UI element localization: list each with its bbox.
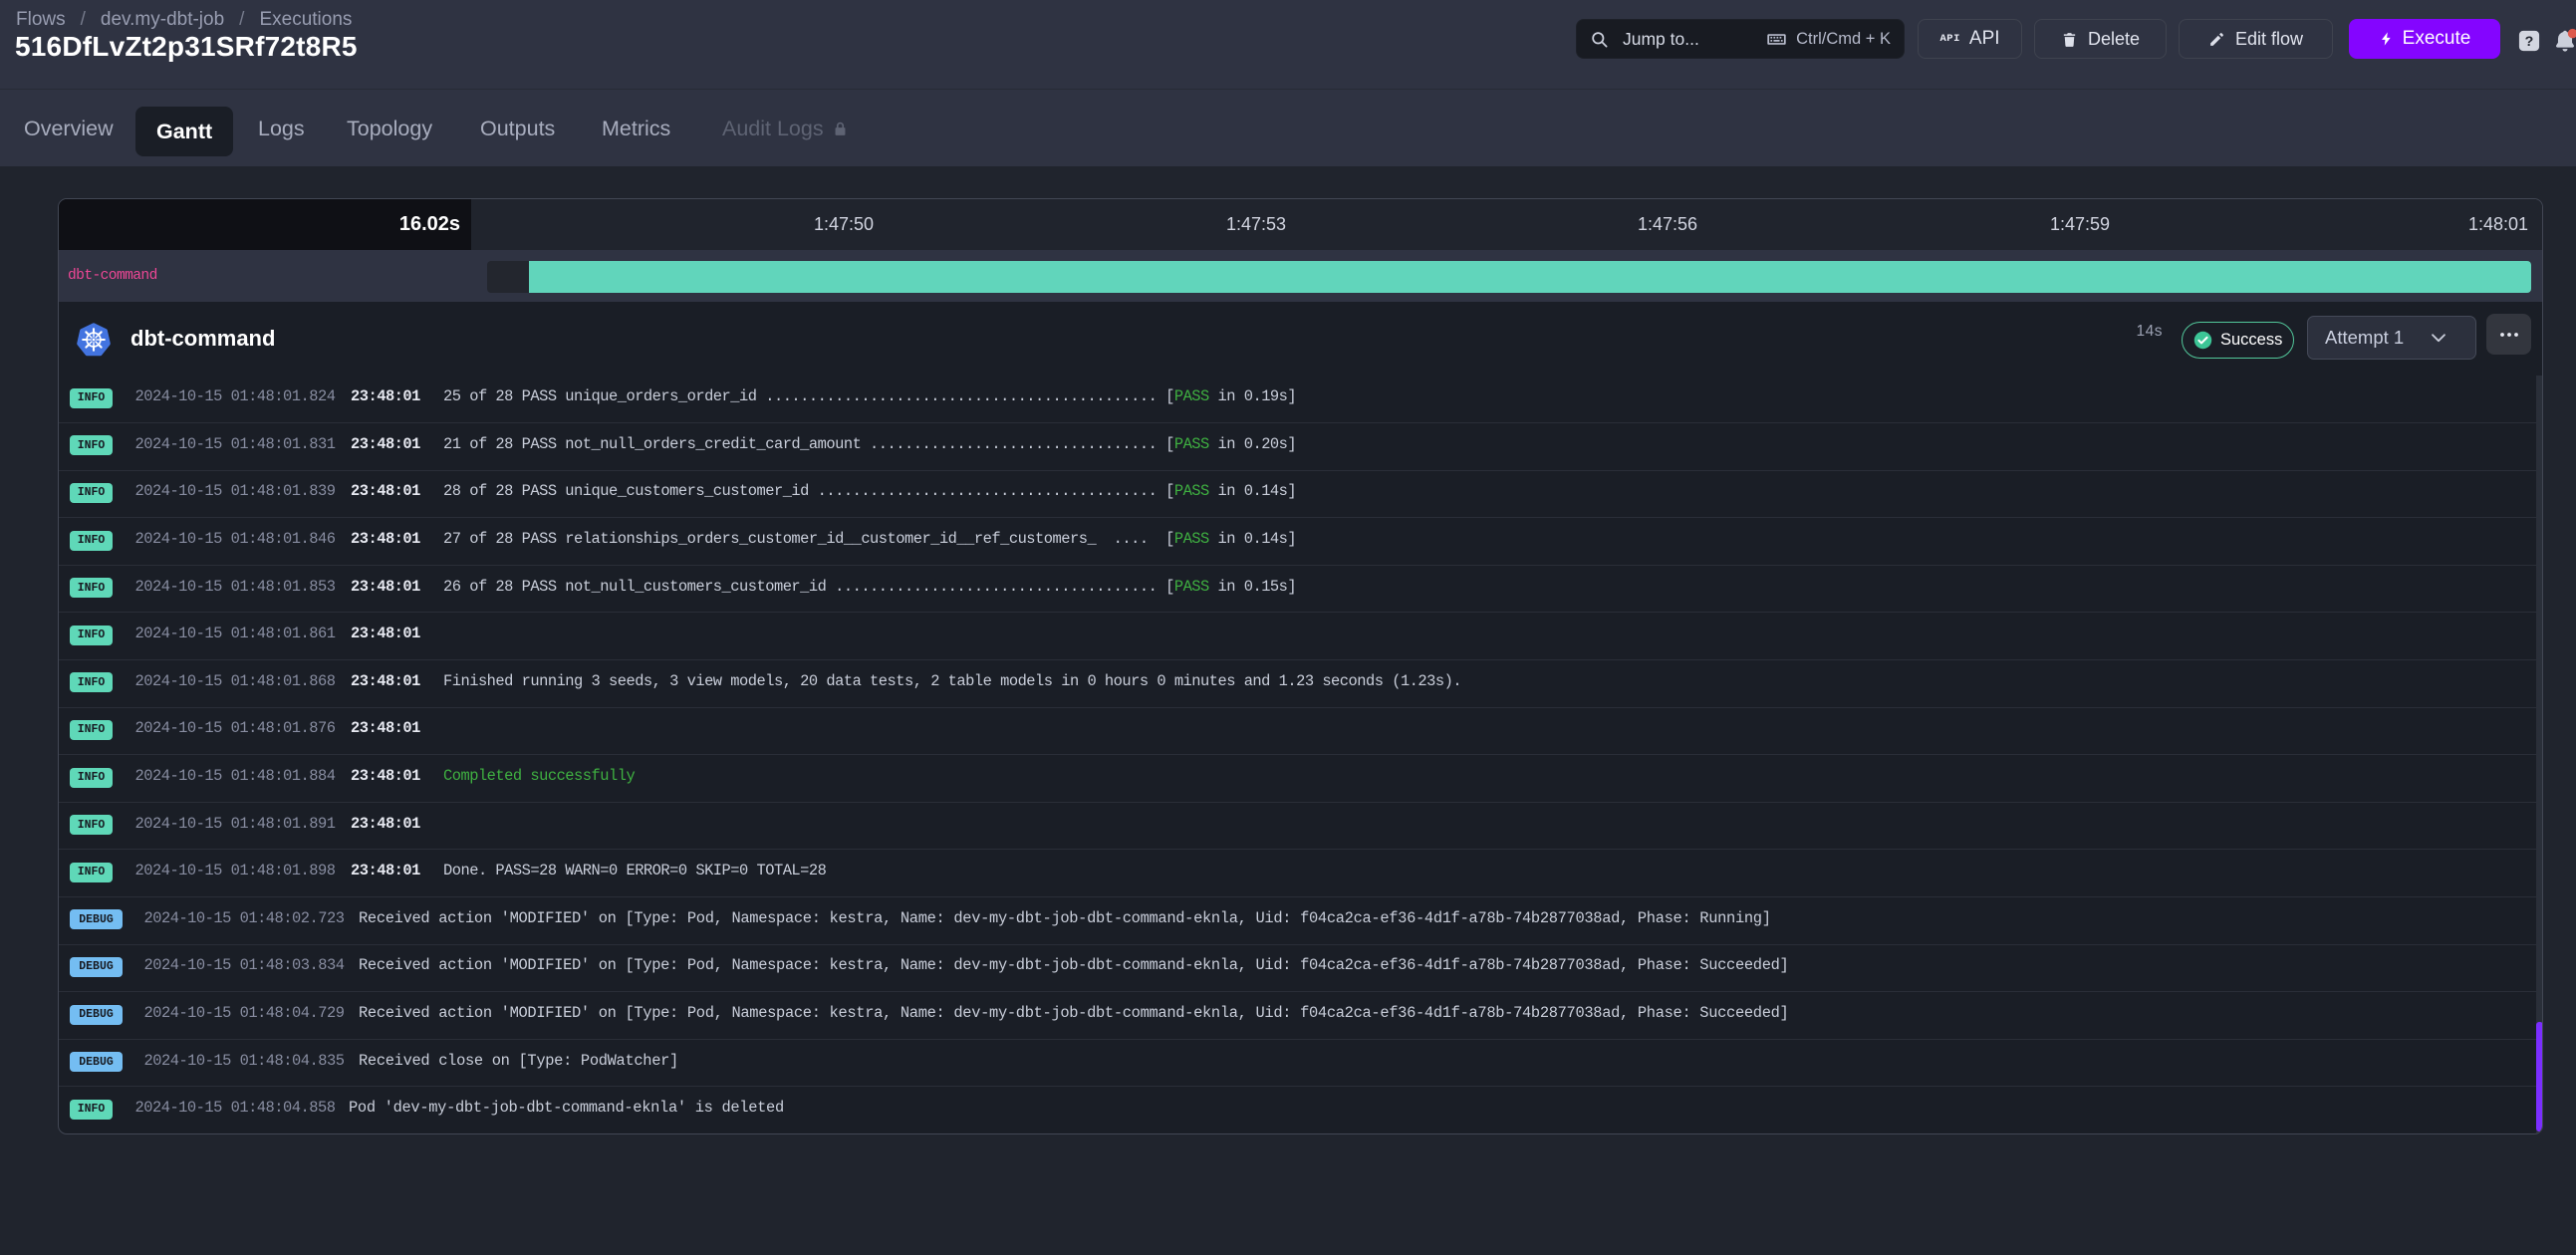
svg-text:?: ?: [2525, 34, 2534, 50]
